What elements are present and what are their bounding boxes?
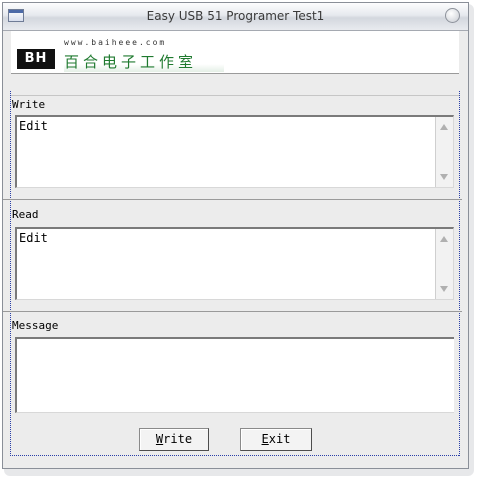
message-textarea[interactable] [15,337,454,413]
exit-button-label: xit [268,432,291,446]
write-button-label: rite [163,432,193,446]
brand-name-reflection [64,64,224,72]
read-message-divider [3,311,462,312]
read-textarea[interactable]: Edit [15,227,454,300]
write-textarea[interactable]: Edit [15,115,454,188]
write-label: Write [12,98,46,111]
message-label: Message [12,319,59,332]
write-text: Edit [19,119,48,133]
scroll-down-icon[interactable] [440,286,448,292]
write-read-divider [3,199,462,200]
content-frame-bottom [10,455,459,456]
write-button[interactable]: Write [139,428,209,451]
scroll-up-icon[interactable] [440,124,448,130]
read-text: Edit [19,231,48,245]
scroll-down-icon[interactable] [440,174,448,180]
app-window: Easy USB 51 Programer Test1 BH www.baihe… [2,2,469,469]
read-label: Read [12,208,39,221]
exit-button-mnemonic: E [261,432,269,446]
read-scrollbar[interactable] [435,229,453,299]
write-group-top [11,95,459,96]
write-scrollbar[interactable] [435,117,453,187]
brand-website: www.baiheee.com [64,38,167,47]
exit-button[interactable]: Exit [240,428,312,451]
scroll-up-icon[interactable] [440,236,448,242]
brand-banner: BH www.baiheee.com 百合电子工作室 [11,31,459,73]
brand-logo: BH [17,49,55,69]
title-bar[interactable]: Easy USB 51 Programer Test1 [3,3,468,31]
window-title: Easy USB 51 Programer Test1 [146,9,325,23]
window-control-icon[interactable] [445,8,460,23]
banner-divider [11,73,459,74]
